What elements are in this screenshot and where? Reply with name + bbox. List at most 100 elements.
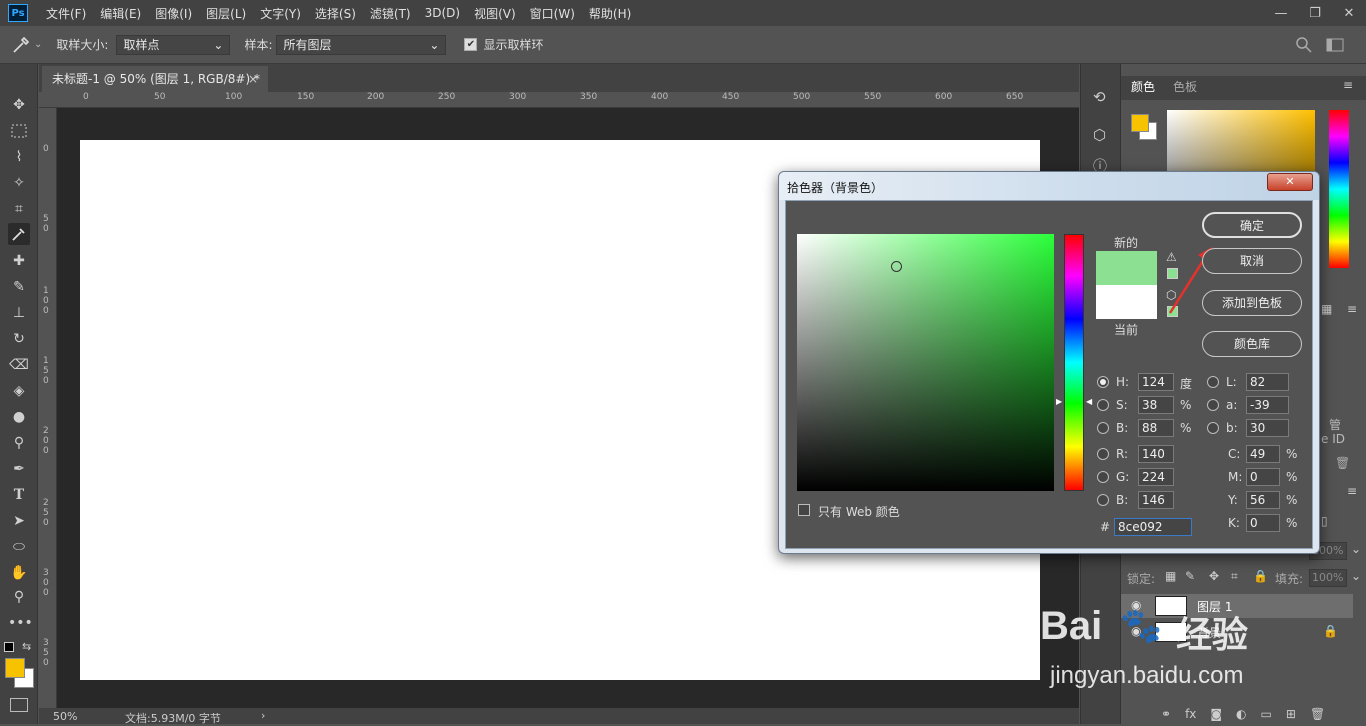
panel-menu-icon[interactable]: ≡ bbox=[1347, 484, 1357, 498]
fill-field[interactable]: 100% bbox=[1309, 569, 1347, 587]
move-tool-icon[interactable]: ✥ bbox=[8, 94, 30, 116]
s-field[interactable]: 38 bbox=[1138, 396, 1174, 414]
blue-field[interactable]: 146 bbox=[1138, 491, 1174, 509]
radio-lab-b[interactable] bbox=[1207, 422, 1219, 434]
r-field[interactable]: 140 bbox=[1138, 445, 1174, 463]
delete-layer-icon[interactable]: 🗑 bbox=[1310, 707, 1325, 721]
history-icon[interactable]: ⟲ bbox=[1093, 88, 1106, 106]
panel-foreground-swatch[interactable] bbox=[1131, 114, 1149, 132]
close-window-button[interactable]: ✕ bbox=[1332, 0, 1366, 26]
color-cursor[interactable] bbox=[891, 261, 902, 272]
menu-file[interactable]: 文件(F) bbox=[46, 5, 86, 22]
lock-image-icon[interactable]: ✎ bbox=[1185, 569, 1195, 583]
menu-view[interactable]: 视图(V) bbox=[474, 5, 516, 22]
lock-pixels-icon[interactable]: ▦ bbox=[1165, 569, 1176, 583]
radio-l[interactable] bbox=[1207, 376, 1219, 388]
delete-icon[interactable]: 🗑 bbox=[1335, 456, 1350, 470]
default-colors-icon[interactable] bbox=[4, 642, 14, 652]
chevron-down-icon[interactable]: ⌄ bbox=[1351, 569, 1361, 583]
close-tab-icon[interactable]: × bbox=[248, 66, 258, 92]
new-group-icon[interactable]: ▭ bbox=[1261, 707, 1272, 721]
radio-a[interactable] bbox=[1207, 399, 1219, 411]
current-color-swatch[interactable] bbox=[1096, 285, 1157, 319]
panel-menu-icon[interactable]: ≡ bbox=[1343, 78, 1353, 92]
tab-swatches[interactable]: 色板 bbox=[1173, 78, 1197, 95]
history-brush-tool-icon[interactable]: ↻ bbox=[8, 328, 30, 350]
eyedropper-icon[interactable] bbox=[10, 35, 32, 55]
search-icon[interactable] bbox=[1294, 35, 1314, 55]
hue-slider-right-arrow-icon[interactable]: ◀ bbox=[1086, 397, 1092, 406]
filter-toggle-icon[interactable]: ▯ bbox=[1321, 514, 1328, 528]
tool-preset-chevron-icon[interactable]: ⌄ bbox=[34, 39, 42, 50]
workspace-icon[interactable] bbox=[1324, 35, 1348, 55]
sample-size-select[interactable]: 取样点 ⌄ bbox=[116, 34, 231, 55]
radio-s[interactable] bbox=[1097, 399, 1109, 411]
lock-artboard-icon[interactable]: ⌗ bbox=[1231, 569, 1238, 584]
dodge-tool-icon[interactable]: ⚲ bbox=[8, 432, 30, 454]
menu-filter[interactable]: 滤镜(T) bbox=[370, 5, 411, 22]
fx-icon[interactable]: fx bbox=[1185, 707, 1196, 721]
swap-colors-icon[interactable]: ⇆ bbox=[22, 640, 31, 653]
show-ring-checkbox[interactable]: ✔ bbox=[464, 38, 478, 51]
l-field[interactable]: 82 bbox=[1246, 373, 1289, 391]
radio-b[interactable] bbox=[1097, 422, 1109, 434]
k-field[interactable]: 0 bbox=[1246, 514, 1280, 532]
a-field[interactable]: -39 bbox=[1246, 396, 1289, 414]
radio-blue[interactable] bbox=[1097, 494, 1109, 506]
h-field[interactable]: 124 bbox=[1138, 373, 1174, 391]
grid-view-icon[interactable]: ▦ bbox=[1321, 302, 1332, 316]
menu-edit[interactable]: 编辑(E) bbox=[100, 5, 141, 22]
adjustment-layer-icon[interactable]: ◐ bbox=[1236, 707, 1246, 721]
blur-tool-icon[interactable]: ● bbox=[8, 406, 30, 428]
zoom-level[interactable]: 50% bbox=[53, 710, 77, 723]
crop-tool-icon[interactable]: ⌗ bbox=[8, 198, 30, 220]
dialog-titlebar[interactable]: 拾色器（背景色） ✕ bbox=[779, 172, 1319, 200]
restore-button[interactable]: ❐ bbox=[1298, 0, 1332, 26]
menu-image[interactable]: 图像(I) bbox=[155, 5, 192, 22]
c-field[interactable]: 49 bbox=[1246, 445, 1280, 463]
saturation-brightness-field[interactable] bbox=[797, 234, 1054, 491]
hue-slider-left-arrow-icon[interactable]: ▶ bbox=[1056, 397, 1062, 406]
path-selection-tool-icon[interactable]: ➤ bbox=[8, 510, 30, 532]
brush-tool-icon[interactable]: ✎ bbox=[8, 276, 30, 298]
lasso-tool-icon[interactable]: ⌇ bbox=[8, 146, 30, 168]
eyedropper-tool-icon[interactable] bbox=[8, 223, 30, 245]
eraser-tool-icon[interactable]: ⌫ bbox=[8, 354, 30, 376]
hex-field[interactable]: 8ce092 bbox=[1114, 518, 1192, 536]
menu-help[interactable]: 帮助(H) bbox=[589, 5, 631, 22]
pen-tool-icon[interactable]: ✒ bbox=[8, 458, 30, 480]
lock-all-icon[interactable]: 🔒 bbox=[1253, 569, 1268, 583]
type-tool-icon[interactable]: T bbox=[8, 484, 30, 506]
menu-window[interactable]: 窗口(W) bbox=[530, 5, 575, 22]
b-field[interactable]: 88 bbox=[1138, 419, 1174, 437]
ellipse-tool-icon[interactable]: ⬭ bbox=[8, 536, 30, 558]
healing-brush-tool-icon[interactable]: ✚ bbox=[8, 250, 30, 272]
menu-layer[interactable]: 图层(L) bbox=[206, 5, 246, 22]
3d-cube-icon[interactable]: ⬡ bbox=[1093, 126, 1106, 144]
menu-select[interactable]: 选择(S) bbox=[315, 5, 356, 22]
marquee-tool-icon[interactable] bbox=[8, 120, 30, 142]
more-tools-icon[interactable]: ••• bbox=[8, 612, 33, 634]
cancel-button[interactable]: 取消 bbox=[1202, 248, 1302, 274]
hue-slider[interactable] bbox=[1064, 234, 1084, 491]
dialog-close-button[interactable]: ✕ bbox=[1267, 173, 1313, 191]
panel-menu-icon[interactable]: ≡ bbox=[1347, 302, 1357, 316]
new-layer-icon[interactable]: ⊞ bbox=[1286, 707, 1296, 721]
color-libraries-button[interactable]: 颜色库 bbox=[1202, 331, 1302, 357]
web-colors-only-checkbox[interactable] bbox=[798, 504, 810, 516]
hand-tool-icon[interactable]: ✋ bbox=[8, 562, 30, 584]
lock-position-icon[interactable]: ✥ bbox=[1209, 569, 1219, 583]
menu-3d[interactable]: 3D(D) bbox=[425, 6, 460, 20]
y-field[interactable]: 56 bbox=[1246, 491, 1280, 509]
radio-r[interactable] bbox=[1097, 448, 1109, 460]
lab-b-field[interactable]: 30 bbox=[1246, 419, 1289, 437]
clone-stamp-tool-icon[interactable]: ⊥ bbox=[8, 302, 30, 324]
g-field[interactable]: 224 bbox=[1138, 468, 1174, 486]
sample-select[interactable]: 所有图层 ⌄ bbox=[276, 34, 447, 55]
hue-slider[interactable] bbox=[1329, 110, 1349, 268]
chevron-down-icon[interactable]: ⌄ bbox=[1351, 542, 1361, 556]
m-field[interactable]: 0 bbox=[1246, 468, 1280, 486]
foreground-color-swatch[interactable] bbox=[5, 658, 25, 678]
chevron-right-icon[interactable]: › bbox=[261, 709, 265, 722]
ok-button[interactable]: 确定 bbox=[1202, 212, 1302, 238]
